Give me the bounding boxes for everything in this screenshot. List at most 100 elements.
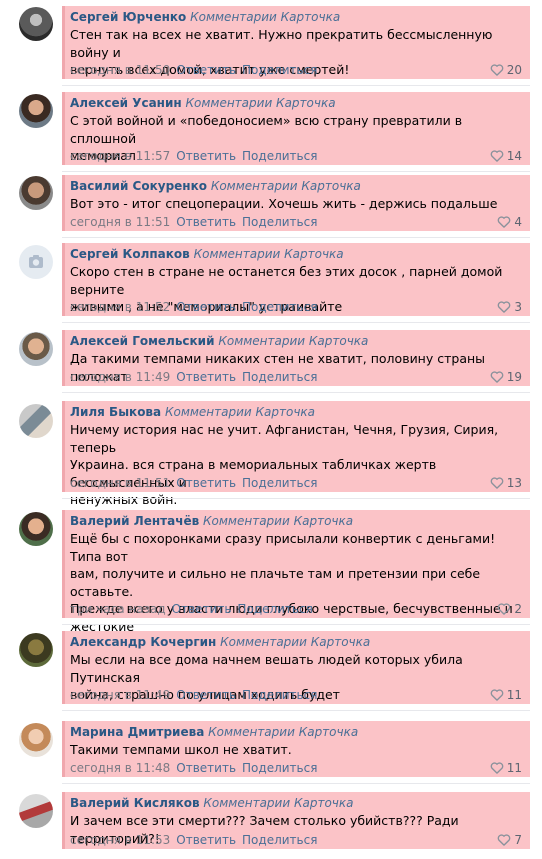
heart-icon	[490, 689, 504, 701]
like-button[interactable]: 3	[497, 299, 522, 315]
comment-source-link[interactable]: Комментарии Карточка	[220, 635, 370, 649]
avatar-photo-icon[interactable]	[19, 633, 53, 667]
timestamp-link[interactable]: сегодня в 11:57	[70, 149, 170, 163]
like-button[interactable]: 7	[497, 832, 522, 848]
comment-body: Алексей Усанин Комментарии Карточка С это…	[62, 92, 530, 165]
comment-text-line: вам, получите и сильно не плачьте там и …	[70, 566, 481, 599]
comment-footer: сегодня в 11:57 Ответить Поделиться 14	[70, 148, 522, 164]
timestamp-link[interactable]: сегодня в 11:49	[70, 370, 170, 384]
comment-text-line: Ещё бы с похоронками сразу присылали кон…	[70, 531, 496, 564]
comment-source-link[interactable]: Комментарии Карточка	[185, 96, 335, 110]
divider	[62, 392, 530, 393]
comment-source-link[interactable]: Комментарии Карточка	[211, 179, 361, 193]
like-button[interactable]: 4	[497, 214, 522, 230]
like-button[interactable]: 11	[490, 760, 522, 776]
comment-source-link[interactable]: Комментарии Карточка	[218, 334, 368, 348]
comment-body: Валерий Лентачёв Комментарии Карточка Ещё…	[62, 510, 530, 634]
comment-source-link[interactable]: Комментарии Карточка	[203, 514, 353, 528]
heart-icon	[490, 150, 504, 162]
share-button[interactable]: Поделиться	[242, 149, 317, 163]
reply-button[interactable]: Ответить	[176, 149, 236, 163]
divider	[62, 171, 530, 172]
timestamp-link[interactable]: сегодня в 11:53	[70, 833, 170, 847]
author-link[interactable]: Лиля Быкова	[70, 405, 161, 419]
heart-icon	[498, 834, 511, 846]
comment-footer: сегодня в 11:50 Ответить Поделиться 20	[70, 62, 522, 78]
share-button[interactable]: Поделиться	[242, 476, 317, 490]
share-button[interactable]: Поделиться	[242, 761, 317, 775]
timestamp-link[interactable]: сегодня в 11:51	[70, 476, 170, 490]
avatar-photo-icon[interactable]	[19, 332, 53, 366]
like-button[interactable]: 19	[490, 369, 522, 385]
avatar-photo-icon[interactable]	[19, 723, 53, 757]
timestamp-link[interactable]: три часа назад	[70, 602, 166, 616]
author-link[interactable]: Алексей Гомельский	[70, 334, 215, 348]
author-link[interactable]: Алексей Усанин	[70, 96, 182, 110]
share-button[interactable]: Поделиться	[242, 300, 317, 314]
author-link[interactable]: Валерий Кисляков	[70, 796, 200, 810]
comment-source-link[interactable]: Комментарии Карточка	[208, 725, 358, 739]
author-link[interactable]: Валерий Лентачёв	[70, 514, 199, 528]
comment-footer: сегодня в 11:49 Ответить Поделиться 11	[70, 687, 522, 703]
comment-text-line: ненужных войн.	[70, 492, 178, 507]
share-button[interactable]: Поделиться	[242, 688, 317, 702]
reply-button[interactable]: Ответить	[176, 63, 236, 77]
reply-button[interactable]: Ответить	[176, 370, 236, 384]
like-count: 11	[506, 688, 522, 702]
divider	[62, 783, 530, 784]
like-button[interactable]: 14	[490, 148, 522, 164]
camera-placeholder-icon[interactable]	[19, 245, 53, 279]
like-button[interactable]: 2	[497, 601, 522, 617]
divider	[62, 322, 530, 323]
avatar-photo-icon[interactable]	[19, 794, 53, 828]
reply-button[interactable]: Ответить	[176, 300, 236, 314]
timestamp-link[interactable]: сегодня в 11:50	[70, 63, 170, 77]
avatar-photo-icon[interactable]	[19, 404, 53, 438]
comment-footer: сегодня в 11:48 Ответить Поделиться 11	[70, 760, 522, 776]
author-link[interactable]: Марина Дмитриева	[70, 725, 204, 739]
author-link[interactable]: Александр Кочергин	[70, 635, 216, 649]
comment-header: Василий Сокуренко Комментарии Карточка	[70, 178, 524, 194]
timestamp-link[interactable]: сегодня в 11:48	[70, 761, 170, 775]
reply-button[interactable]: Ответить	[176, 761, 236, 775]
comment-body: Лиля Быкова Комментарии Карточка Ничему и…	[62, 401, 530, 507]
heart-icon	[490, 371, 504, 383]
share-button[interactable]: Поделиться	[242, 215, 317, 229]
timestamp-link[interactable]: сегодня в 11:52	[70, 300, 170, 314]
reply-button[interactable]: Ответить	[176, 833, 236, 847]
comment-source-link[interactable]: Комментарии Карточка	[190, 10, 340, 24]
like-button[interactable]: 20	[490, 62, 522, 78]
author-link[interactable]: Василий Сокуренко	[70, 179, 207, 193]
comment-source-link[interactable]: Комментарии Карточка	[165, 405, 315, 419]
like-button[interactable]: 11	[490, 687, 522, 703]
comment-source-link[interactable]: Комментарии Карточка	[194, 247, 344, 261]
timestamp-link[interactable]: сегодня в 11:51	[70, 215, 170, 229]
share-button[interactable]: Поделиться	[242, 63, 317, 77]
like-button[interactable]: 13	[490, 475, 522, 491]
like-count: 13	[506, 476, 522, 490]
share-button[interactable]: Поделиться	[242, 833, 317, 847]
avatar-photo-icon[interactable]	[19, 7, 53, 41]
reply-button[interactable]: Ответить	[176, 215, 236, 229]
heart-icon	[498, 603, 511, 615]
reply-button[interactable]: Ответить	[172, 602, 232, 616]
share-button[interactable]: Поделиться	[242, 370, 317, 384]
like-count: 19	[506, 370, 522, 384]
avatar-photo-icon[interactable]	[19, 176, 53, 210]
like-count: 7	[514, 833, 522, 847]
comment-source-link[interactable]: Комментарии Карточка	[203, 796, 353, 810]
share-button[interactable]: Поделиться	[237, 602, 312, 616]
avatar-photo-icon[interactable]	[19, 94, 53, 128]
reply-button[interactable]: Ответить	[176, 688, 236, 702]
comment-footer: сегодня в 11:51 Ответить Поделиться 13	[70, 475, 522, 491]
author-link[interactable]: Сергей Колпаков	[70, 247, 190, 261]
comment-header: Сергей Колпаков Комментарии Карточка	[70, 246, 524, 262]
author-link[interactable]: Сергей Юрченко	[70, 10, 186, 24]
reply-button[interactable]: Ответить	[176, 476, 236, 490]
comment-text: Ничему история нас не учит. Афганистан, …	[70, 421, 524, 509]
avatar-photo-icon[interactable]	[19, 512, 53, 546]
divider	[62, 710, 530, 711]
comment-text: Такими темпами школ не хватит.	[70, 741, 524, 759]
timestamp-link[interactable]: сегодня в 11:49	[70, 688, 170, 702]
divider	[62, 237, 530, 238]
